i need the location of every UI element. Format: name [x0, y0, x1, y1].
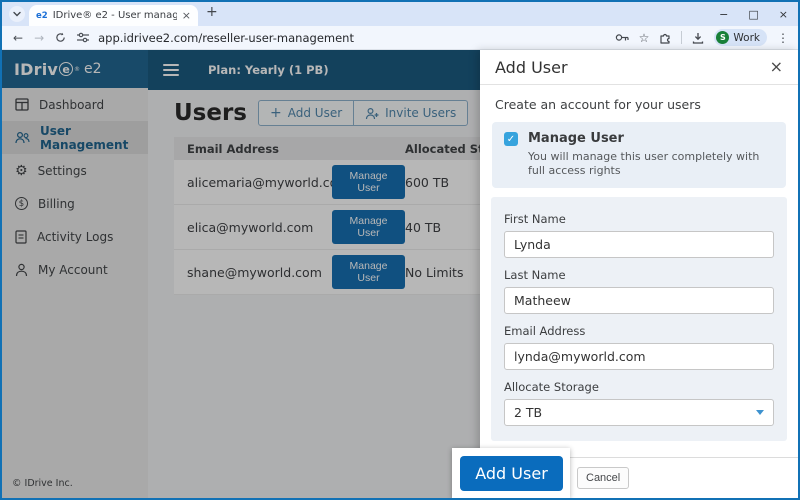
toolbar-divider [681, 31, 682, 44]
browser-tab[interactable]: e2 IDrive® e2 - User management × [29, 5, 198, 26]
add-user-form: First Name Last Name Email Address Alloc… [491, 197, 787, 441]
email-address-label: Email Address [504, 324, 774, 338]
browser-menu-icon[interactable]: ⋮ [777, 31, 789, 45]
profile-name: Work [733, 32, 760, 44]
browser-profile-button[interactable]: S Work [714, 29, 767, 46]
tab-close-icon[interactable]: × [182, 9, 191, 22]
address-input[interactable]: app.idrivee2.com/reseller-user-managemen… [98, 31, 615, 45]
cancel-button[interactable]: Cancel [577, 467, 629, 489]
idrive-e2-favicon: e2 [36, 11, 48, 21]
panel-title: Add User [495, 58, 568, 77]
tab-search-button[interactable] [9, 6, 25, 22]
site-settings-icon[interactable] [77, 32, 89, 43]
last-name-label: Last Name [504, 268, 774, 282]
download-icon[interactable] [692, 32, 704, 44]
browser-window: e2 IDrive® e2 - User management × + − □ … [0, 0, 800, 500]
window-close-button[interactable]: × [779, 8, 788, 21]
allocate-storage-label: Allocate Storage [504, 380, 774, 394]
manage-user-checkbox[interactable]: ✓ [504, 132, 518, 146]
browser-url-bar: ← → app.idrivee2.com/reseller-user-manag… [2, 26, 798, 50]
extensions-icon[interactable] [659, 32, 671, 44]
selected-storage-value: 2 TB [514, 405, 542, 420]
add-user-panel: Add User × Create an account for your us… [480, 50, 798, 498]
bookmark-star-icon[interactable]: ☆ [639, 31, 650, 45]
password-key-icon[interactable] [615, 33, 629, 42]
submit-add-user-button[interactable]: Add User [460, 456, 563, 491]
chevron-down-icon [13, 11, 21, 17]
last-name-field[interactable] [504, 287, 774, 314]
tab-title: IDrive® e2 - User management [53, 10, 177, 21]
back-button[interactable]: ← [13, 31, 23, 45]
panel-subtitle: Create an account for your users [495, 97, 783, 112]
email-address-field[interactable] [504, 343, 774, 370]
browser-tab-strip: e2 IDrive® e2 - User management × + − □ … [2, 2, 798, 26]
avatar: S [716, 31, 729, 44]
new-tab-button[interactable]: + [206, 4, 218, 20]
allocate-storage-select[interactable]: 2 TB [504, 399, 774, 426]
reload-button[interactable] [55, 32, 66, 43]
window-maximize-button[interactable]: □ [748, 8, 758, 21]
add-user-button-callout: Add User [452, 448, 570, 498]
first-name-field[interactable] [504, 231, 774, 258]
manage-user-option: ✓ Manage User You will manage this user … [492, 122, 786, 188]
close-icon[interactable]: × [770, 59, 783, 75]
first-name-label: First Name [504, 212, 774, 226]
manage-user-description: You will manage this user completely wit… [528, 150, 774, 179]
manage-user-label: Manage User [528, 131, 774, 146]
forward-button[interactable]: → [34, 31, 44, 45]
chevron-down-icon [756, 410, 764, 415]
window-minimize-button[interactable]: − [719, 8, 728, 21]
modal-dim-overlay [2, 50, 480, 498]
